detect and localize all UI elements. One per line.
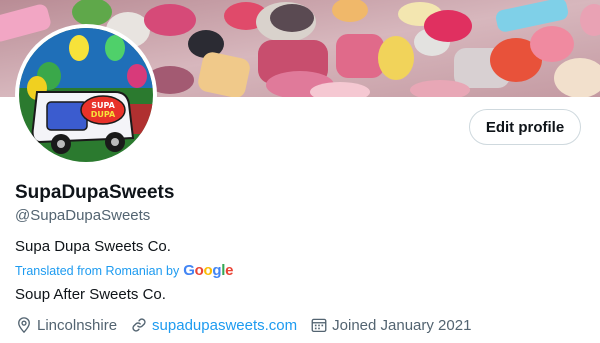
translation-attribution[interactable]: Translated from Romanian by Google [15,262,233,279]
google-logo: Google [183,262,234,279]
svg-text:SUPA: SUPA [91,101,115,110]
profile-website[interactable]: supadupasweets.com [130,316,297,334]
profile-bio: Supa Dupa Sweets Co. [15,238,171,255]
profile-handle: @SupaDupaSweets [15,207,151,224]
location-pin-icon [18,317,30,334]
edit-profile-button[interactable]: Edit profile [469,109,581,145]
svg-text:DUPA: DUPA [91,110,116,119]
profile-avatar[interactable]: SUPA DUPA [15,24,157,166]
translation-attribution-text: Translated from Romanian by [15,263,180,278]
calendar-icon [311,318,327,333]
link-icon [132,318,146,332]
profile-joined: Joined January 2021 [310,316,471,334]
profile-display-name: SupaDupaSweets [15,182,175,203]
profile-bio-translation: Soup After Sweets Co. [15,286,166,303]
website-link[interactable]: supadupasweets.com [152,317,297,334]
profile-location: Lincolnshire [15,316,117,334]
location-text: Lincolnshire [37,316,118,334]
profile-meta-row: Lincolnshire supadupasweets.com Joined J… [15,316,484,334]
joined-text: Joined January 2021 [332,316,472,334]
